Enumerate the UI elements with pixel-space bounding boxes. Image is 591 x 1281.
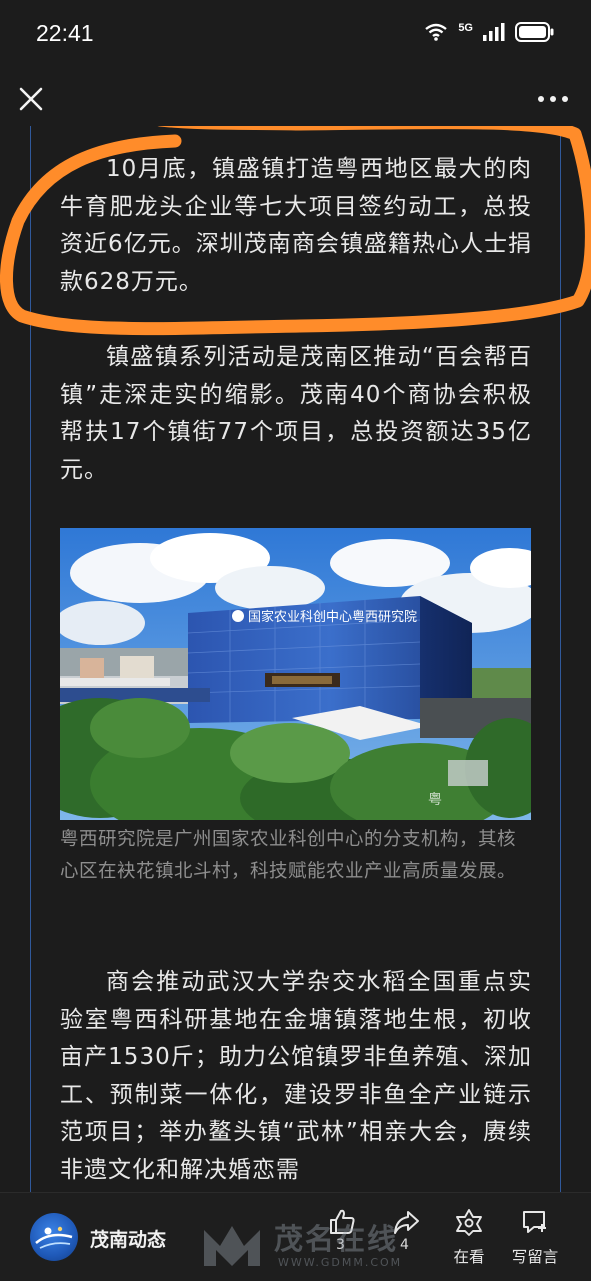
write-comment-button[interactable]: 写留言 bbox=[505, 1207, 565, 1267]
network-type: 5G bbox=[458, 22, 473, 34]
flower-icon bbox=[456, 1209, 482, 1236]
bottom-bar: 茂南动态 3 4 在看 写留言 bbox=[0, 1192, 591, 1281]
battery-icon bbox=[515, 22, 555, 46]
account-logo-icon bbox=[35, 1226, 73, 1249]
wow-button[interactable]: 在看 bbox=[446, 1207, 492, 1267]
share-icon bbox=[394, 1211, 419, 1234]
more-icon bbox=[538, 96, 568, 102]
photo-caption: 粤西研究院是广州国家农业科创中心的分支机构，其核心区在袂花镇北斗村，科技赋能农业… bbox=[60, 829, 517, 882]
right-margin-rule bbox=[560, 126, 561, 1192]
left-margin-rule bbox=[30, 126, 31, 1192]
wifi-icon bbox=[424, 23, 448, 45]
status-time: 22:41 bbox=[36, 20, 94, 46]
wow-label: 在看 bbox=[453, 1248, 485, 1266]
comment-icon bbox=[523, 1211, 546, 1233]
signal-icon bbox=[483, 23, 505, 45]
like-count: 3 bbox=[336, 1237, 345, 1253]
share-count: 4 bbox=[400, 1237, 409, 1253]
paragraph-3: 商会推动武汉大学杂交水稻全国重点实验室粤西科研基地在金塘镇落地生根，初收亩产15… bbox=[60, 969, 532, 1183]
close-button[interactable] bbox=[16, 84, 46, 114]
top-bar bbox=[0, 72, 591, 126]
paragraph-2: 镇盛镇系列活动是茂南区推动“百会帮百镇”走深走实的缩影。茂南40个商协会积极帮扶… bbox=[60, 344, 532, 483]
account-name[interactable]: 茂南动态 bbox=[90, 1225, 166, 1252]
account-avatar[interactable] bbox=[30, 1213, 78, 1261]
more-options-button[interactable] bbox=[537, 86, 569, 112]
thumbs-up-icon bbox=[330, 1209, 355, 1234]
write-comment-label: 写留言 bbox=[511, 1248, 559, 1266]
share-button[interactable] bbox=[386, 1207, 426, 1237]
close-icon bbox=[19, 87, 43, 111]
like-button[interactable] bbox=[322, 1207, 362, 1237]
article-photo: 国家农业科创中心粤西研究院 粤 bbox=[60, 528, 531, 820]
image-watermark: 粤 bbox=[428, 792, 442, 808]
paragraph-1: 10月底，镇盛镇打造粤西地区最大的肉牛育肥龙头企业等七大项目签约动工，总投资近6… bbox=[60, 156, 532, 295]
status-icons: 5G bbox=[424, 22, 555, 46]
status-bar: 22:41 5G bbox=[0, 0, 591, 68]
building-sign: 国家农业科创中心粤西研究院 bbox=[248, 609, 417, 625]
article-content: 10月底，镇盛镇打造粤西地区最大的肉牛育肥龙头企业等七大项目签约动工，总投资近6… bbox=[0, 126, 591, 1192]
